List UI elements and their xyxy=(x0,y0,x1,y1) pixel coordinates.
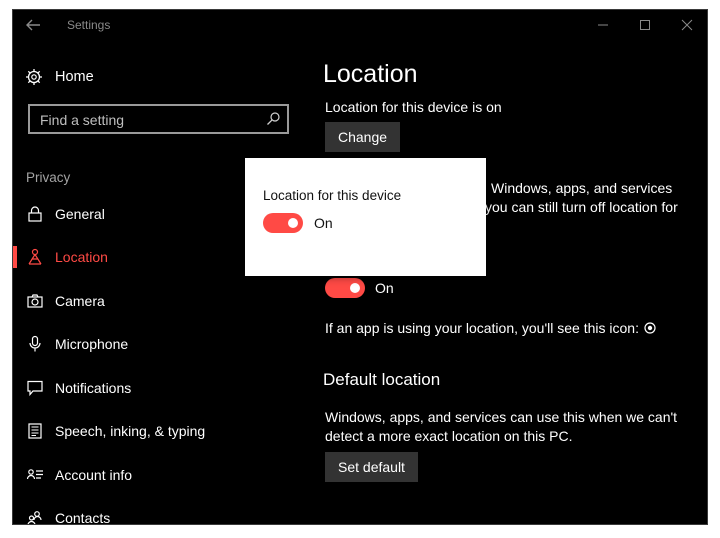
toggle-knob xyxy=(288,218,298,228)
set-default-button[interactable]: Set default xyxy=(325,452,418,482)
description-line-2: you can still turn off location for xyxy=(485,199,678,215)
home-label: Home xyxy=(55,69,94,85)
speech-icon xyxy=(28,423,42,439)
location-icon-info: If an app is using your location, you'll… xyxy=(325,320,656,336)
location-icon-info-text: If an app is using your location, you'll… xyxy=(325,320,639,336)
section-heading-privacy: Privacy xyxy=(26,170,71,185)
sidebar-item-label: Microphone xyxy=(55,336,129,352)
device-location-status: Location for this device is on xyxy=(325,99,502,115)
sidebar-item-label: Camera xyxy=(55,293,105,309)
location-person-icon xyxy=(28,248,42,265)
contacts-icon xyxy=(27,511,42,524)
sidebar-item-label: Location xyxy=(55,249,108,265)
gear-icon xyxy=(26,69,42,85)
sidebar-item-contacts[interactable]: Contacts xyxy=(13,503,303,524)
default-location-heading: Default location xyxy=(323,370,441,389)
account-info-icon xyxy=(26,469,43,480)
settings-window: Settings Home Privacy General xyxy=(13,10,707,524)
page-title: Location xyxy=(323,60,418,88)
lock-icon xyxy=(28,206,42,222)
change-button[interactable]: Change xyxy=(325,122,401,152)
location-toggle-row[interactable]: On xyxy=(325,278,394,298)
sidebar-item-label: Contacts xyxy=(55,510,111,524)
search-box[interactable] xyxy=(28,104,289,134)
device-location-toggle[interactable] xyxy=(263,213,303,233)
location-device-popup: Location for this device On xyxy=(245,158,486,276)
back-arrow-icon[interactable] xyxy=(23,16,43,34)
location-toggle[interactable] xyxy=(325,278,365,298)
sidebar-item-speech[interactable]: Speech, inking, & typing xyxy=(13,416,303,446)
window-title: Settings xyxy=(67,18,111,32)
default-location-text-2: detect a more exact location on this PC. xyxy=(325,428,573,444)
default-location-text-1: Windows, apps, and services can use this… xyxy=(325,409,678,425)
search-icon[interactable] xyxy=(265,111,281,127)
popup-title: Location for this device xyxy=(263,188,402,203)
location-toggle-label: On xyxy=(375,280,394,296)
sidebar-item-camera[interactable]: Camera xyxy=(13,286,303,316)
toggle-knob xyxy=(350,283,360,293)
description-line-1: Windows, apps, and services xyxy=(491,180,673,196)
search-input[interactable] xyxy=(38,108,262,132)
popup-toggle-row[interactable]: On xyxy=(263,213,333,233)
sidebar-item-label: Speech, inking, & typing xyxy=(55,423,206,439)
sidebar-item-account-info[interactable]: Account info xyxy=(13,460,303,490)
location-in-use-icon xyxy=(644,322,656,334)
sidebar-item-label: Account info xyxy=(55,467,133,483)
microphone-icon xyxy=(29,335,41,352)
home-nav[interactable]: Home xyxy=(25,66,94,88)
notification-icon xyxy=(27,380,43,397)
camera-icon xyxy=(27,294,43,308)
sidebar-item-label: General xyxy=(55,206,105,222)
sidebar-item-microphone[interactable]: Microphone xyxy=(13,329,303,359)
sidebar-item-notifications[interactable]: Notifications xyxy=(13,373,303,403)
device-location-toggle-label: On xyxy=(314,215,333,231)
sidebar-item-label: Notifications xyxy=(55,380,132,396)
